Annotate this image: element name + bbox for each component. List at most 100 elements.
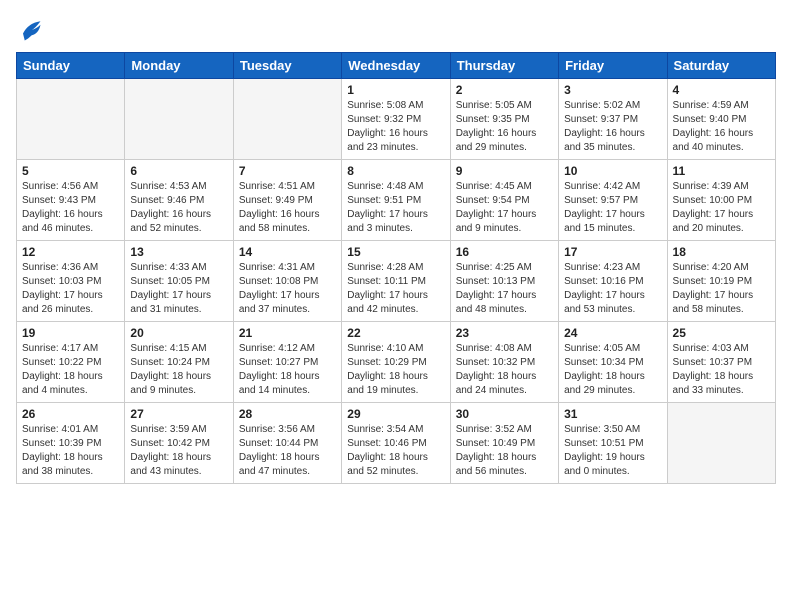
day-number: 6: [130, 164, 227, 178]
calendar-week-4: 19 Sunrise: 4:17 AM Sunset: 10:22 PM Dayl…: [17, 322, 776, 403]
day-number: 15: [347, 245, 444, 259]
day-number: 12: [22, 245, 119, 259]
day-number: 28: [239, 407, 336, 421]
day-number: 25: [673, 326, 770, 340]
calendar-cell: 17Sunrise: 4:23 AM Sunset: 10:16 PM Dayl…: [559, 241, 667, 322]
cell-info: Sunrise: 4:59 AM Sunset: 9:40 PM Dayligh…: [673, 99, 770, 155]
day-number: 19: [22, 326, 119, 340]
cell-info: Sunrise: 4:15 AM Sunset: 10:24 PM Daylig…: [130, 342, 227, 398]
calendar-cell: 16 Sunrise: 4:25 AM Sunset: 10:13 PM Dayl…: [450, 241, 558, 322]
cell-info: Sunrise: 4:25 AM Sunset: 10:13 PM Daylig…: [456, 261, 553, 317]
logo: [16, 16, 48, 44]
calendar-cell: 4 Sunrise: 4:59 AM Sunset: 9:40 PM Daylig…: [667, 79, 775, 160]
day-header-sunday: Sunday: [17, 53, 125, 79]
day-header-monday: Monday: [125, 53, 233, 79]
day-number: 18: [673, 245, 770, 259]
cell-info: Sunrise: 4:03 AM Sunset: 10:37 PM Daylig…: [673, 342, 770, 398]
calendar-table: SundayMondayTuesdayWednesdayThursdayFrid…: [16, 52, 776, 484]
calendar-cell: [17, 79, 125, 160]
day-number: 7: [239, 164, 336, 178]
calendar-week-5: 26 Sunrise: 4:01 AM Sunset: 10:39 PM Dayl…: [17, 403, 776, 484]
day-number: 9: [456, 164, 553, 178]
calendar-cell: 14 Sunrise: 4:31 AM Sunset: 10:08 PM Dayl…: [233, 241, 341, 322]
calendar-cell: 2 Sunrise: 5:05 AM Sunset: 9:35 PM Daylig…: [450, 79, 558, 160]
day-number: 3: [564, 83, 661, 97]
calendar-cell: 25 Sunrise: 4:03 AM Sunset: 10:37 PM Dayl…: [667, 322, 775, 403]
calendar-cell: 7Sunrise: 4:51 AM Sunset: 9:49 PM Daylig…: [233, 160, 341, 241]
cell-info: Sunrise: 4:45 AM Sunset: 9:54 PM Dayligh…: [456, 180, 553, 236]
cell-info: Sunrise: 4:08 AM Sunset: 10:32 PM Daylig…: [456, 342, 553, 398]
calendar-cell: 23 Sunrise: 4:08 AM Sunset: 10:32 PM Dayl…: [450, 322, 558, 403]
day-number: 17: [564, 245, 661, 259]
day-number: 2: [456, 83, 553, 97]
cell-info: Sunrise: 4:53 AM Sunset: 9:46 PM Dayligh…: [130, 180, 227, 236]
day-number: 22: [347, 326, 444, 340]
day-number: 4: [673, 83, 770, 97]
calendar-cell: 27 Sunrise: 3:59 AM Sunset: 10:42 PM Dayl…: [125, 403, 233, 484]
calendar-cell: 24 Sunrise: 4:05 AM Sunset: 10:34 PM Dayl…: [559, 322, 667, 403]
calendar-cell: 18 Sunrise: 4:20 AM Sunset: 10:19 PM Dayl…: [667, 241, 775, 322]
calendar-cell: 28 Sunrise: 3:56 AM Sunset: 10:44 PM Dayl…: [233, 403, 341, 484]
calendar-week-3: 12Sunrise: 4:36 AM Sunset: 10:03 PM Dayl…: [17, 241, 776, 322]
cell-info: Sunrise: 4:48 AM Sunset: 9:51 PM Dayligh…: [347, 180, 444, 236]
calendar-cell: 5Sunrise: 4:56 AM Sunset: 9:43 PM Daylig…: [17, 160, 125, 241]
calendar-cell: 6 Sunrise: 4:53 AM Sunset: 9:46 PM Daylig…: [125, 160, 233, 241]
day-number: 14: [239, 245, 336, 259]
day-number: 13: [130, 245, 227, 259]
calendar-cell: 20 Sunrise: 4:15 AM Sunset: 10:24 PM Dayl…: [125, 322, 233, 403]
cell-info: Sunrise: 4:05 AM Sunset: 10:34 PM Daylig…: [564, 342, 661, 398]
day-number: 31: [564, 407, 661, 421]
calendar-cell: 12Sunrise: 4:36 AM Sunset: 10:03 PM Dayl…: [17, 241, 125, 322]
calendar-cell: [667, 403, 775, 484]
cell-info: Sunrise: 4:42 AM Sunset: 9:57 PM Dayligh…: [564, 180, 661, 236]
logo-icon: [16, 16, 44, 44]
calendar-cell: 26 Sunrise: 4:01 AM Sunset: 10:39 PM Dayl…: [17, 403, 125, 484]
day-header-thursday: Thursday: [450, 53, 558, 79]
cell-info: Sunrise: 4:56 AM Sunset: 9:43 PM Dayligh…: [22, 180, 119, 236]
day-number: 23: [456, 326, 553, 340]
cell-info: Sunrise: 5:08 AM Sunset: 9:32 PM Dayligh…: [347, 99, 444, 155]
cell-info: Sunrise: 4:33 AM Sunset: 10:05 PM Daylig…: [130, 261, 227, 317]
calendar-cell: 29 Sunrise: 3:54 AM Sunset: 10:46 PM Dayl…: [342, 403, 450, 484]
cell-info: Sunrise: 5:02 AM Sunset: 9:37 PM Dayligh…: [564, 99, 661, 155]
day-number: 21: [239, 326, 336, 340]
day-number: 24: [564, 326, 661, 340]
calendar-cell: [233, 79, 341, 160]
cell-info: Sunrise: 3:59 AM Sunset: 10:42 PM Daylig…: [130, 423, 227, 479]
day-number: 26: [22, 407, 119, 421]
day-number: 27: [130, 407, 227, 421]
day-number: 10: [564, 164, 661, 178]
calendar-cell: 3 Sunrise: 5:02 AM Sunset: 9:37 PM Daylig…: [559, 79, 667, 160]
day-header-friday: Friday: [559, 53, 667, 79]
calendar-cell: 22Sunrise: 4:10 AM Sunset: 10:29 PM Dayl…: [342, 322, 450, 403]
cell-info: Sunrise: 4:17 AM Sunset: 10:22 PM Daylig…: [22, 342, 119, 398]
day-number: 8: [347, 164, 444, 178]
cell-info: Sunrise: 4:01 AM Sunset: 10:39 PM Daylig…: [22, 423, 119, 479]
cell-info: Sunrise: 3:54 AM Sunset: 10:46 PM Daylig…: [347, 423, 444, 479]
day-header-saturday: Saturday: [667, 53, 775, 79]
calendar-week-2: 5Sunrise: 4:56 AM Sunset: 9:43 PM Daylig…: [17, 160, 776, 241]
header-row: SundayMondayTuesdayWednesdayThursdayFrid…: [17, 53, 776, 79]
day-number: 1: [347, 83, 444, 97]
cell-info: Sunrise: 3:50 AM Sunset: 10:51 PM Daylig…: [564, 423, 661, 479]
cell-info: Sunrise: 4:20 AM Sunset: 10:19 PM Daylig…: [673, 261, 770, 317]
day-number: 29: [347, 407, 444, 421]
cell-info: Sunrise: 3:56 AM Sunset: 10:44 PM Daylig…: [239, 423, 336, 479]
cell-info: Sunrise: 4:31 AM Sunset: 10:08 PM Daylig…: [239, 261, 336, 317]
day-header-wednesday: Wednesday: [342, 53, 450, 79]
cell-info: Sunrise: 4:39 AM Sunset: 10:00 PM Daylig…: [673, 180, 770, 236]
day-header-tuesday: Tuesday: [233, 53, 341, 79]
cell-info: Sunrise: 5:05 AM Sunset: 9:35 PM Dayligh…: [456, 99, 553, 155]
cell-info: Sunrise: 4:12 AM Sunset: 10:27 PM Daylig…: [239, 342, 336, 398]
day-number: 20: [130, 326, 227, 340]
calendar-cell: 9 Sunrise: 4:45 AM Sunset: 9:54 PM Daylig…: [450, 160, 558, 241]
cell-info: Sunrise: 3:52 AM Sunset: 10:49 PM Daylig…: [456, 423, 553, 479]
calendar-cell: 13 Sunrise: 4:33 AM Sunset: 10:05 PM Dayl…: [125, 241, 233, 322]
calendar-cell: 21 Sunrise: 4:12 AM Sunset: 10:27 PM Dayl…: [233, 322, 341, 403]
day-number: 16: [456, 245, 553, 259]
calendar-cell: 15 Sunrise: 4:28 AM Sunset: 10:11 PM Dayl…: [342, 241, 450, 322]
calendar-week-1: 1 Sunrise: 5:08 AM Sunset: 9:32 PM Daylig…: [17, 79, 776, 160]
page-header: [16, 16, 776, 44]
calendar-cell: [125, 79, 233, 160]
cell-info: Sunrise: 4:28 AM Sunset: 10:11 PM Daylig…: [347, 261, 444, 317]
